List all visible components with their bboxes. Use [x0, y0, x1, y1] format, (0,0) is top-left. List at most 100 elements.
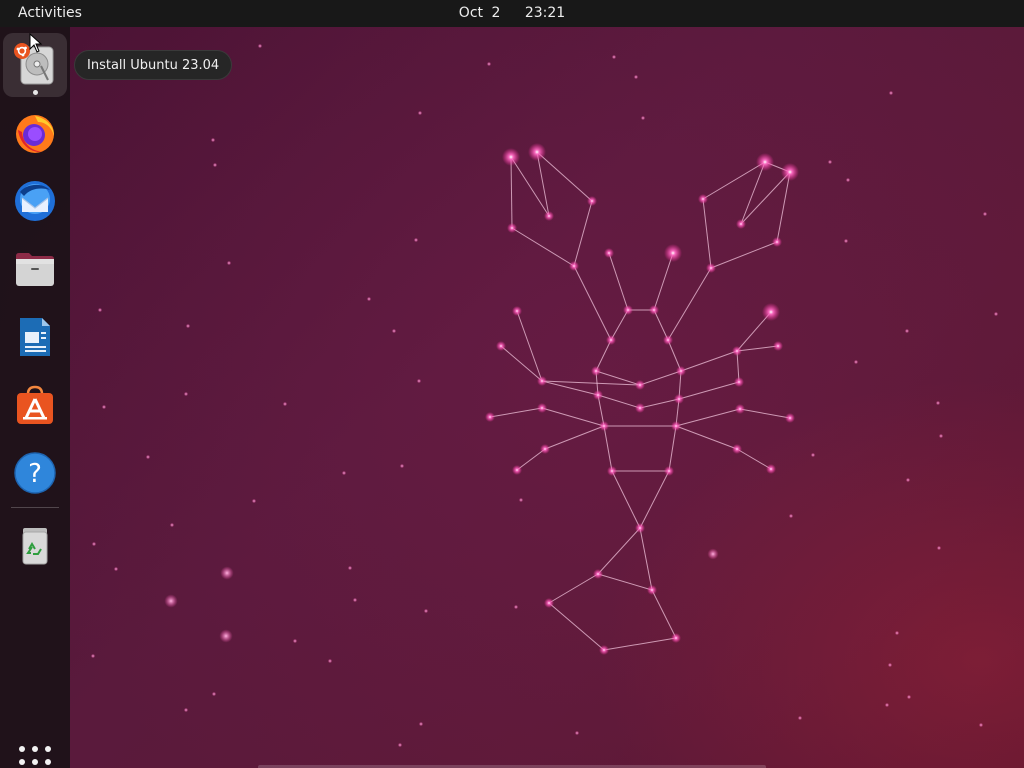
dock-item-help[interactable]: ?	[3, 441, 67, 505]
constellation-star	[772, 237, 782, 247]
background-star	[91, 541, 97, 547]
constellation-line	[639, 470, 670, 529]
constellation-line	[516, 448, 546, 471]
background-star	[788, 513, 794, 519]
background-star	[251, 498, 257, 504]
dock-item-thunderbird[interactable]	[3, 169, 67, 233]
background-star	[887, 662, 893, 668]
dock-item-firefox[interactable]	[3, 101, 67, 165]
constellation-star	[756, 153, 774, 171]
clock-button[interactable]: Oct 2 23:21	[0, 0, 1024, 27]
background-star	[574, 730, 580, 736]
background-star	[423, 608, 429, 614]
constellation-line	[702, 161, 766, 200]
background-star	[486, 61, 492, 67]
constellation-star	[781, 163, 799, 181]
constellation-star	[734, 377, 744, 387]
background-star	[145, 454, 151, 460]
constellation-star	[537, 376, 547, 386]
constellation-line	[573, 265, 612, 341]
constellation-star	[606, 335, 616, 345]
wallpaper-lobster-constellation	[90, 43, 999, 748]
background-star	[219, 629, 233, 643]
constellation-star	[732, 444, 742, 454]
constellation-line	[653, 252, 674, 311]
constellation-line	[675, 408, 741, 427]
constellation-line	[639, 398, 680, 409]
constellation-star	[647, 585, 657, 595]
background-star	[853, 359, 859, 365]
dock-item-app-center[interactable]	[3, 373, 67, 437]
dock-item-files[interactable]	[3, 237, 67, 301]
constellation-line	[702, 198, 712, 269]
constellation-star	[706, 263, 716, 273]
constellation-star	[528, 143, 546, 161]
background-star	[210, 137, 216, 143]
dock-separator	[11, 507, 59, 508]
constellation-star	[735, 404, 745, 414]
background-star	[935, 400, 941, 406]
background-star	[938, 433, 944, 439]
background-star	[164, 594, 178, 608]
background-star	[366, 296, 372, 302]
clock-time: 23:21	[524, 5, 566, 21]
constellation-line	[573, 200, 593, 267]
constellation-line	[597, 527, 641, 575]
dock-item-trash[interactable]	[3, 513, 67, 577]
constellation-line	[595, 339, 612, 372]
apps-grid-icon[interactable]	[19, 746, 51, 768]
background-star	[513, 604, 519, 610]
trash-recycle-icon	[22, 528, 48, 565]
background-star	[399, 463, 405, 469]
constellation-star	[635, 403, 645, 413]
constellation-line	[610, 309, 629, 341]
constellation-star	[587, 196, 597, 206]
firefox-icon	[16, 115, 54, 153]
writer-document-icon	[20, 318, 50, 356]
constellation-line	[675, 425, 738, 450]
constellation-star	[591, 366, 601, 376]
background-star	[113, 566, 119, 572]
background-star	[413, 237, 419, 243]
background-star	[169, 522, 175, 528]
constellation-line	[667, 267, 712, 341]
constellation-line	[736, 448, 772, 470]
constellation-star	[593, 390, 603, 400]
files-folder-icon	[16, 253, 54, 286]
constellation-line	[511, 227, 575, 267]
constellation-star	[512, 465, 522, 475]
background-star	[640, 115, 646, 121]
constellation-line	[776, 171, 791, 243]
background-star	[978, 722, 984, 728]
constellation-line	[597, 573, 653, 591]
constellation-line	[611, 470, 641, 529]
dock: ?	[0, 27, 70, 768]
background-star	[97, 307, 103, 313]
background-star	[397, 742, 403, 748]
background-star	[101, 404, 107, 410]
running-indicator	[33, 90, 38, 95]
constellation-star	[766, 464, 776, 474]
background-star	[884, 702, 890, 708]
constellation-star	[544, 598, 554, 608]
background-star	[212, 162, 218, 168]
background-star	[905, 477, 911, 483]
constellation-star	[663, 335, 673, 345]
constellation-star	[544, 211, 554, 221]
constellation-star	[540, 444, 550, 454]
constellation-star	[785, 413, 795, 423]
constellation-star	[593, 569, 603, 579]
background-star	[416, 378, 422, 384]
constellation-line	[740, 171, 791, 225]
constellation-star	[623, 305, 633, 315]
background-star	[341, 470, 347, 476]
thunderbird-icon	[15, 181, 55, 221]
background-star	[894, 630, 900, 636]
dock-item-libreoffice-writer[interactable]	[3, 305, 67, 369]
background-star	[183, 391, 189, 397]
constellation-line	[597, 394, 641, 409]
constellation-star	[732, 346, 742, 356]
constellation-line	[608, 252, 629, 311]
constellation-line	[667, 339, 682, 372]
constellation-line	[678, 381, 740, 400]
